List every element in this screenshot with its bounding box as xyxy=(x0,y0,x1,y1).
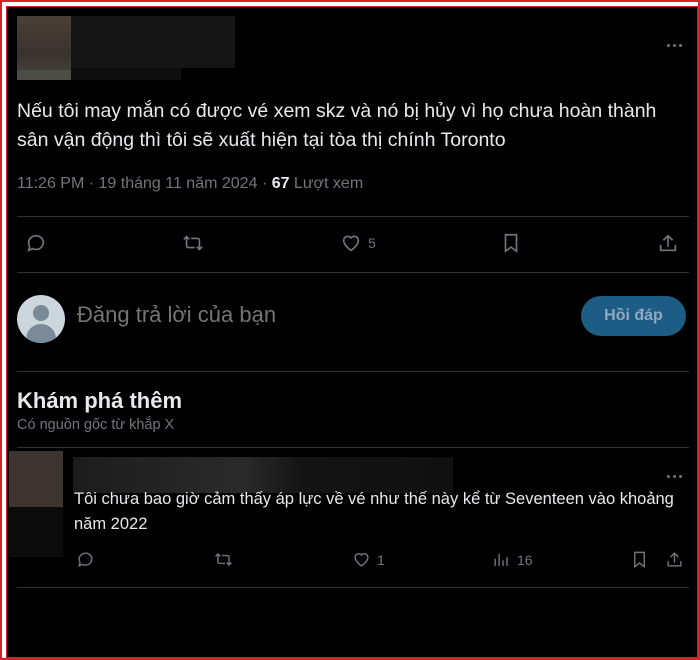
divider xyxy=(17,447,689,448)
related-tweet-text: Tôi chưa bao giờ cảm thấy áp lực về vé n… xyxy=(74,490,674,533)
views-label: Lượt xem xyxy=(289,175,364,192)
retweet-icon xyxy=(215,552,232,567)
like-button[interactable]: 5 xyxy=(340,232,376,254)
author-name-redacted[interactable] xyxy=(71,16,235,68)
share-button[interactable] xyxy=(657,232,679,254)
bookmark-icon xyxy=(634,551,645,569)
like-icon xyxy=(354,553,369,567)
reply-icon xyxy=(27,234,45,252)
divider xyxy=(17,216,689,217)
reply-input[interactable] xyxy=(77,302,557,328)
divider xyxy=(17,272,689,273)
related-author-avatar[interactable] xyxy=(9,451,63,507)
related-views-count: 16 xyxy=(517,551,533,568)
like-count: 5 xyxy=(368,235,376,251)
more-icon[interactable] xyxy=(667,472,687,480)
related-reply-button[interactable] xyxy=(76,550,95,569)
reply-icon xyxy=(78,552,93,568)
related-views-button[interactable]: 16 xyxy=(492,550,533,569)
related-share-button[interactable] xyxy=(665,550,684,569)
views-count: 67 xyxy=(271,175,290,192)
share-icon xyxy=(667,552,682,567)
reply-submit-button[interactable]: Hồi đáp xyxy=(581,296,686,336)
current-user-avatar xyxy=(17,295,65,343)
share-icon xyxy=(659,234,677,252)
related-retweet-button[interactable] xyxy=(214,550,233,569)
tweet-detail-view: Nếu tôi may mắn có được vé xem skz và nó… xyxy=(6,6,698,658)
related-tweet-actions: 1 16 xyxy=(7,550,697,574)
tweet-meta: 11:26 PM · 19 tháng 11 năm 2024 · 67 Lượ… xyxy=(17,175,363,193)
bookmark-button[interactable] xyxy=(500,232,522,254)
tweet-timestamp[interactable]: 11:26 PM · 19 tháng 11 năm 2024 · xyxy=(17,175,272,192)
divider xyxy=(17,587,689,588)
author-avatar[interactable] xyxy=(17,16,71,80)
retweet-button[interactable] xyxy=(182,232,204,254)
reply-button[interactable] xyxy=(25,232,47,254)
author-handle-redacted xyxy=(71,68,181,80)
tweet-text: Nếu tôi may mắn có được vé xem skz và nó… xyxy=(17,100,657,151)
tweet-actions: 5 xyxy=(7,232,697,262)
divider xyxy=(17,371,689,372)
bookmark-icon xyxy=(504,233,518,253)
screenshot-frame: Nếu tôi may mắn có được vé xem skz và nó… xyxy=(0,0,700,660)
retweet-icon xyxy=(183,235,203,251)
views-icon xyxy=(494,553,508,566)
discover-title: Khám phá thêm xyxy=(17,388,183,413)
discover-subtitle: Có nguồn gốc từ khắp X xyxy=(17,417,175,433)
more-icon[interactable] xyxy=(667,41,687,49)
like-icon xyxy=(342,235,360,252)
related-like-count: 1 xyxy=(377,551,385,568)
related-bookmark-button[interactable] xyxy=(630,550,649,569)
related-like-button[interactable]: 1 xyxy=(352,550,385,569)
